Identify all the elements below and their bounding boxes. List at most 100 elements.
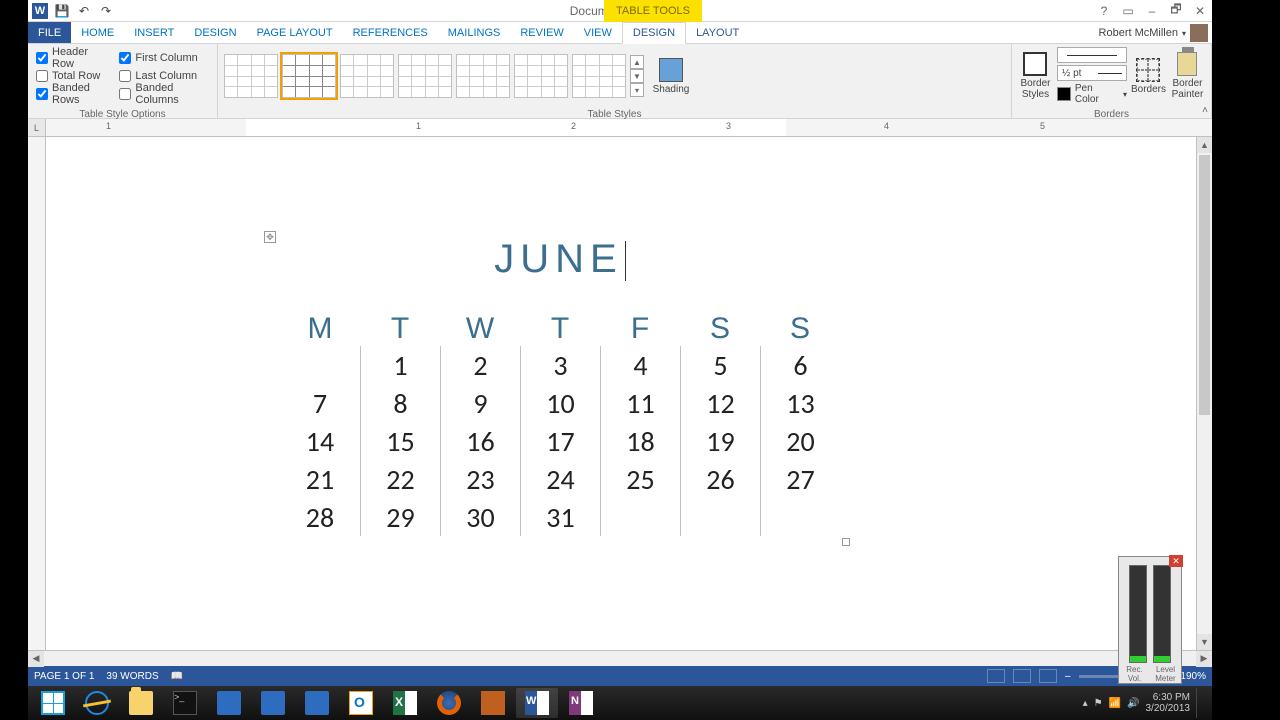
taskbar-app[interactable] [472,688,514,718]
calendar-cell[interactable]: 25 [600,460,680,498]
calendar-cell[interactable]: 5 [680,346,760,384]
calendar-cell[interactable]: 15 [360,422,440,460]
gallery-scroll[interactable]: ▲▼▾ [630,55,644,97]
zoom-out-button[interactable]: – [1065,671,1071,682]
calendar-cell[interactable] [600,498,680,536]
ribbon-display-options-button[interactable]: ▭ [1118,2,1138,20]
scroll-up-button[interactable]: ▲ [1197,137,1212,153]
table-resize-handle-icon[interactable] [842,538,850,546]
taskbar-clock[interactable]: 6:30 PM 3/20/2013 [1146,692,1191,714]
spellcheck-icon[interactable]: 📖 [171,671,183,682]
calendar-cell[interactable]: 22 [360,460,440,498]
web-layout-view-button[interactable] [1039,669,1057,683]
table-style-thumb[interactable] [340,54,394,98]
document-canvas[interactable]: ✥ JUNE MTWTFSS 1234567891011121314151617… [46,137,1212,650]
calendar-cell[interactable]: 9 [440,384,520,422]
calendar-cell[interactable]: 31 [520,498,600,536]
undo-icon[interactable]: ↶ [76,3,92,19]
calendar-cell[interactable]: 3 [520,346,600,384]
taskbar-firefox[interactable] [428,688,470,718]
calendar-cell[interactable]: 26 [680,460,760,498]
zoom-level-label[interactable]: 190% [1180,671,1206,682]
calendar-cell[interactable]: 6 [760,346,840,384]
calendar-body[interactable]: 1234567891011121314151617181920212223242… [280,346,840,536]
calendar-cell[interactable]: 21 [280,460,360,498]
taskbar-app[interactable] [208,688,250,718]
word-count-label[interactable]: 39 WORDS [106,671,158,682]
taskbar-outlook[interactable] [340,688,382,718]
tab-mailings[interactable]: MAILINGS [438,22,511,43]
pen-weight-dropdown[interactable]: ½ pt [1057,65,1127,81]
vertical-ruler[interactable] [28,137,46,650]
calendar-cell[interactable] [760,498,840,536]
recording-volume-meter[interactable]: ✕ Rec. Vol.Level Meter [1118,556,1182,684]
calendar-month-title[interactable]: JUNE [280,237,840,282]
horizontal-ruler[interactable]: L 1 1 2 3 4 5 [28,119,1212,137]
border-styles-button[interactable]: Border Styles [1018,46,1053,106]
banded-columns-checkbox[interactable]: Banded Columns [119,86,209,102]
border-painter-button[interactable]: Border Painter [1170,46,1205,106]
help-button[interactable]: ? [1094,2,1114,20]
scroll-left-button[interactable]: ◀ [28,651,44,667]
calendar-cell[interactable]: 19 [680,422,760,460]
minimize-button[interactable]: – [1142,2,1162,20]
table-style-thumb[interactable] [398,54,452,98]
table-styles-gallery[interactable]: ▲▼▾ [224,54,644,98]
calendar-cell[interactable]: 29 [360,498,440,536]
calendar-cell[interactable]: 8 [360,384,440,422]
taskbar-app[interactable] [296,688,338,718]
show-desktop-button[interactable] [1196,688,1204,718]
print-layout-view-button[interactable] [1013,669,1031,683]
tab-references[interactable]: REFERENCES [343,22,438,43]
calendar-cell[interactable]: 24 [520,460,600,498]
calendar-cell[interactable]: 2 [440,346,520,384]
table-style-thumb[interactable] [514,54,568,98]
word-app-icon[interactable]: W [32,3,48,19]
calendar-cell[interactable]: 4 [600,346,680,384]
borders-button[interactable]: Borders [1131,46,1166,106]
tab-table-layout[interactable]: LAYOUT [686,22,749,43]
scroll-thumb[interactable] [1199,155,1210,415]
collapse-ribbon-button[interactable]: ˄ [1202,105,1208,116]
calendar-table[interactable]: JUNE MTWTFSS 123456789101112131415161718… [280,237,840,536]
system-tray[interactable]: ▴ ⚑ 📶 🔊 6:30 PM 3/20/2013 [1083,688,1208,718]
tab-home[interactable]: HOME [71,22,124,43]
shading-button[interactable]: Shading [648,46,694,106]
table-style-thumb[interactable] [456,54,510,98]
calendar-cell[interactable]: 28 [280,498,360,536]
tab-page-layout[interactable]: PAGE LAYOUT [247,22,343,43]
restore-button[interactable]: 🗗 [1166,2,1186,20]
first-column-checkbox[interactable]: First Column [119,50,209,66]
tab-table-design[interactable]: DESIGN [622,22,686,44]
tray-volume-icon[interactable]: 🔊 [1127,698,1139,709]
calendar-cell[interactable]: 14 [280,422,360,460]
tab-review[interactable]: REVIEW [510,22,573,43]
page-count-label[interactable]: PAGE 1 OF 1 [34,671,94,682]
calendar-cell[interactable]: 12 [680,384,760,422]
horizontal-scrollbar[interactable]: ◀ ▶ [28,650,1212,666]
taskbar-word[interactable] [516,688,558,718]
pen-color-dropdown[interactable]: Pen Color▾ [1057,83,1127,105]
header-row-checkbox[interactable]: Header Row [36,50,111,66]
tab-insert[interactable]: INSERT [124,22,184,43]
calendar-cell[interactable]: 7 [280,384,360,422]
calendar-cell[interactable]: 16 [440,422,520,460]
taskbar-onenote[interactable] [560,688,602,718]
tab-view[interactable]: VIEW [574,22,622,43]
banded-rows-checkbox[interactable]: Banded Rows [36,86,111,102]
save-icon[interactable]: 💾 [54,3,70,19]
signed-in-user[interactable]: Robert McMillen ▾ [1099,22,1208,44]
scroll-down-button[interactable]: ▼ [1197,634,1212,650]
tab-design-main[interactable]: DESIGN [184,22,246,43]
taskbar-excel[interactable] [384,688,426,718]
taskbar-ie[interactable] [76,688,118,718]
calendar-cell[interactable]: 20 [760,422,840,460]
table-move-handle-icon[interactable]: ✥ [264,231,276,243]
tab-selector[interactable]: L [28,119,46,136]
start-button[interactable] [32,688,74,718]
taskbar-file-explorer[interactable] [120,688,162,718]
close-button[interactable]: ✕ [1190,2,1210,20]
table-style-thumb[interactable] [572,54,626,98]
calendar-cell[interactable]: 23 [440,460,520,498]
calendar-cell[interactable]: 13 [760,384,840,422]
